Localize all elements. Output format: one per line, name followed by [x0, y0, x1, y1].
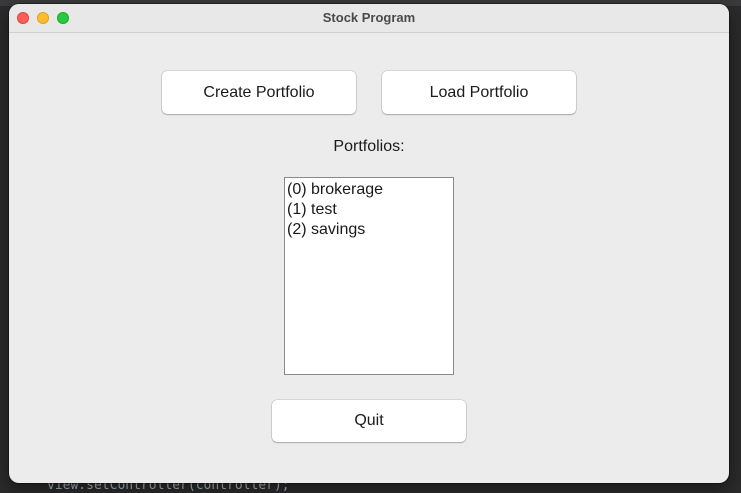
window-title: Stock Program	[322, 10, 416, 25]
portfolio-list[interactable]: (0) brokerage (1) test (2) savings	[284, 177, 454, 375]
portfolio-list-item[interactable]: (1) test	[285, 200, 453, 220]
title-bar[interactable]: Stock Program	[9, 4, 729, 33]
quit-button[interactable]: Quit	[272, 400, 466, 442]
stock-program-window: Stock Program Create Portfolio Load Port…	[9, 4, 729, 483]
portfolio-list-item[interactable]: (2) savings	[285, 220, 453, 240]
portfolio-list-item[interactable]: (0) brokerage	[285, 180, 453, 200]
portfolios-label: Portfolios:	[333, 138, 405, 155]
create-portfolio-button[interactable]: Create Portfolio	[162, 71, 356, 114]
load-portfolio-button[interactable]: Load Portfolio	[382, 71, 576, 114]
